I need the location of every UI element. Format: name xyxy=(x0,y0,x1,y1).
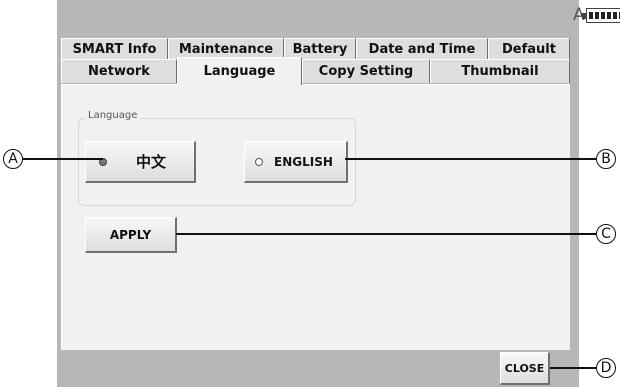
tab-battery[interactable]: Battery xyxy=(284,38,356,59)
callout-c-line xyxy=(176,233,596,235)
tab-thumbnail[interactable]: Thumbnail xyxy=(430,59,570,83)
callout-c-marker: C xyxy=(596,224,616,244)
english-language-button[interactable]: ENGLISH xyxy=(244,141,348,183)
english-label: ENGLISH xyxy=(274,154,333,169)
tab-network[interactable]: Network xyxy=(61,59,177,83)
callout-d-marker: D xyxy=(596,358,616,378)
callout-a-line xyxy=(23,158,103,160)
language-group-label: Language xyxy=(85,110,141,121)
tab-date-and-time[interactable]: Date and Time xyxy=(356,38,488,59)
tab-maintenance[interactable]: Maintenance xyxy=(168,38,284,59)
language-settings-panel: Language 中文 ENGLISH APPLY xyxy=(61,84,570,350)
english-radio-indicator xyxy=(255,158,263,166)
tab-language[interactable]: Language xyxy=(177,57,302,85)
callout-d-line xyxy=(550,367,596,369)
chinese-language-button[interactable]: 中文 xyxy=(85,141,196,183)
battery-icon xyxy=(581,7,620,23)
status-indicator: A xyxy=(573,6,620,24)
tab-copy-setting[interactable]: Copy Setting xyxy=(302,59,430,83)
callout-b-marker: B xyxy=(596,149,616,169)
callout-a-marker: A xyxy=(3,149,23,169)
close-button[interactable]: CLOSE xyxy=(500,352,550,385)
tab-default[interactable]: Default xyxy=(488,38,570,59)
apply-button[interactable]: APPLY xyxy=(85,217,177,253)
tab-smart-info[interactable]: SMART Info xyxy=(61,38,168,59)
callout-b-line xyxy=(345,158,596,160)
chinese-label: 中文 xyxy=(135,153,166,171)
